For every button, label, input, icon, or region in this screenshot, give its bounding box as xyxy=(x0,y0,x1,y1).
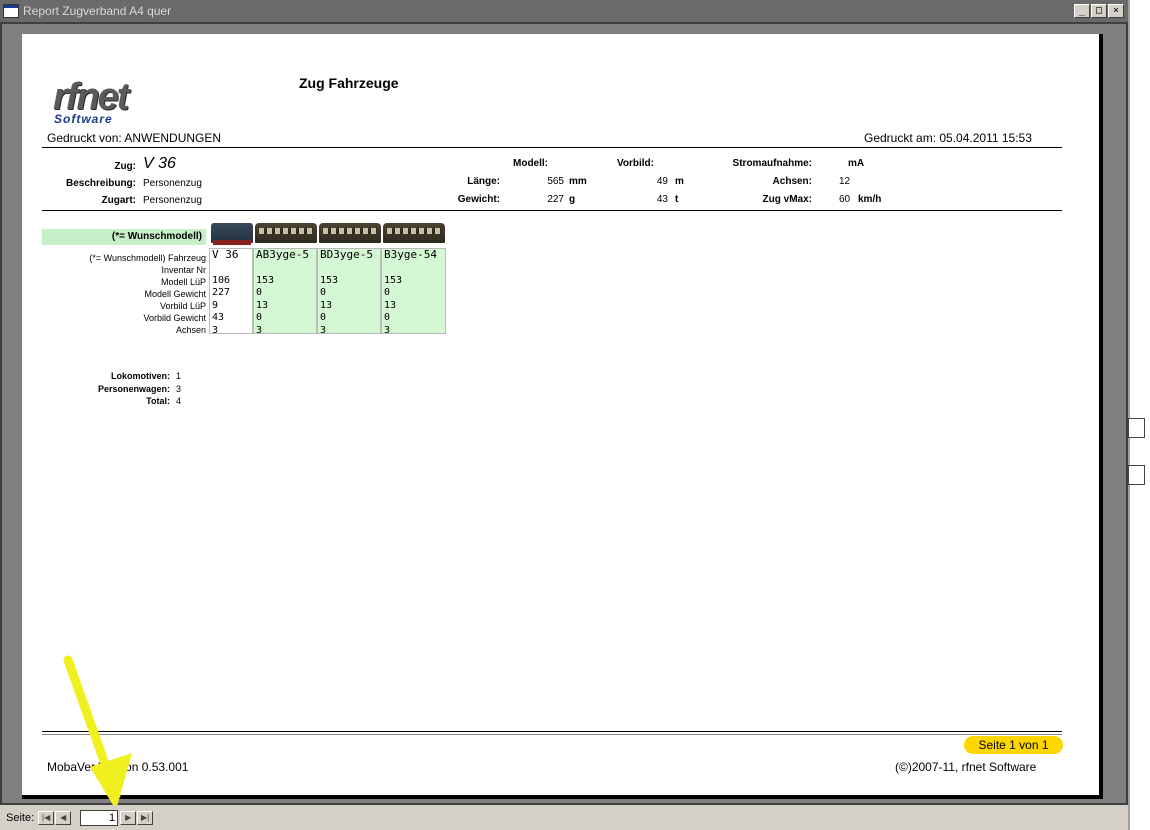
copyright-text: (©)2007-11, rfnet Software xyxy=(895,760,1037,774)
achsen-value: 12 xyxy=(839,176,851,187)
close-button[interactable]: × xyxy=(1108,4,1124,18)
software-logo: Software xyxy=(54,112,113,126)
laenge-modell-unit: mm xyxy=(569,176,587,187)
vmax-label: Zug vMax: xyxy=(762,194,812,205)
summary: Lokomotiven: Personenwagen: Total: 1 3 4 xyxy=(46,370,181,408)
vehicle-values: 153 0 13 0 3 xyxy=(384,274,403,336)
vehicle-values: 153 0 13 0 3 xyxy=(256,274,275,336)
vehicle-values: 106 227 9 43 3 xyxy=(212,274,231,336)
first-page-button[interactable]: |◀ xyxy=(38,810,55,825)
zug-value: V 36 xyxy=(143,155,176,172)
row-label: Vorbild Gewicht xyxy=(143,313,206,323)
laenge-vorbild-unit: m xyxy=(675,176,684,187)
stromaufnahme-unit: mA xyxy=(848,158,865,169)
beschreibung-label: Beschreibung: xyxy=(65,178,136,189)
window-title: Report Zugverband A4 quer xyxy=(23,4,172,18)
maximize-button[interactable]: □ xyxy=(1091,4,1107,18)
scroll-thumb-secondary[interactable] xyxy=(1128,465,1145,485)
prev-page-button[interactable]: ◀ xyxy=(55,810,72,825)
laenge-label: Länge: xyxy=(467,176,500,187)
status-bar: Seite: |◀ ◀ 1 ▶ ▶| xyxy=(0,805,1128,830)
gewicht-label: Gewicht: xyxy=(457,194,500,205)
row-label: (*= Wunschmodell) Fahrzeug xyxy=(89,253,206,263)
row-label: Modell LüP xyxy=(160,277,206,287)
summary-label: Personenwagen: xyxy=(97,383,170,394)
laenge-modell: 565 xyxy=(547,176,564,187)
vehicle-name: V 36 xyxy=(212,248,239,261)
coach-image xyxy=(319,223,381,243)
row-label: Achsen xyxy=(175,325,206,335)
laenge-vorbild: 49 xyxy=(656,176,668,187)
summary-value: 4 xyxy=(176,396,182,406)
vmax-value: 60 xyxy=(839,194,851,205)
summary-label: Total: xyxy=(146,396,170,406)
gewicht-modell: 227 xyxy=(547,194,564,205)
coach-image xyxy=(383,223,445,243)
app-icon xyxy=(3,4,19,18)
gewicht-modell-unit: g xyxy=(569,194,576,205)
zugart-label: Zugart: xyxy=(101,195,136,206)
vehicle-name: B3yge-54 xyxy=(384,248,437,261)
right-scroll-pane xyxy=(1128,0,1150,830)
vmax-unit: km/h xyxy=(858,194,882,205)
page-number-input[interactable]: 1 xyxy=(80,809,119,826)
report-viewer[interactable]: rfnet Software Zug Fahrzeuge Gedruckt vo… xyxy=(0,22,1128,805)
window-titlebar: Report Zugverband A4 quer _ □ × xyxy=(0,0,1128,22)
summary-value: 3 xyxy=(176,383,182,394)
vehicle-column: B3yge-54 153 0 13 0 3 xyxy=(381,248,446,336)
modell-label: Modell: xyxy=(513,158,548,169)
vehicle-column: V 36 106 227 9 43 3 xyxy=(209,248,253,336)
annotation-arrow-icon xyxy=(63,655,132,810)
footer-divider xyxy=(42,731,1062,732)
row-label: Vorbild LüP xyxy=(159,301,206,311)
gewicht-vorbild: 43 xyxy=(656,194,668,205)
vehicle-column: AB3yge-5 153 0 13 0 3 xyxy=(253,248,317,336)
locomotive-image xyxy=(211,223,253,245)
next-page-button[interactable]: ▶ xyxy=(120,810,137,825)
row-label: Inventar Nr xyxy=(161,265,206,275)
vehicle-values: 153 0 13 0 3 xyxy=(320,274,339,336)
gewicht-vorbild-unit: t xyxy=(675,194,679,205)
scroll-thumb[interactable] xyxy=(1128,418,1145,438)
report-page: rfnet Software Zug Fahrzeuge Gedruckt vo… xyxy=(22,34,1103,799)
minimize-button[interactable]: _ xyxy=(1074,4,1090,18)
zugart-value: Personenzug xyxy=(143,195,202,206)
beschreibung-value: Personenzug xyxy=(143,178,202,189)
printed-by: Gedruckt von: ANWENDUNGEN xyxy=(47,131,222,145)
report-title: Zug Fahrzeuge xyxy=(299,75,399,91)
vorbild-label: Vorbild: xyxy=(616,158,654,169)
stromaufnahme-label: Stromaufnahme: xyxy=(732,158,812,169)
seite-label: Seite: xyxy=(6,811,35,824)
footer-divider xyxy=(42,734,1062,735)
vehicle-name: BD3yge-5 xyxy=(320,248,373,261)
page-badge: Seite 1 von 1 xyxy=(964,736,1063,754)
achsen-label: Achsen: xyxy=(772,176,812,187)
vehicle-row-labels: (*= Wunschmodell) Fahrzeug Inventar Nr M… xyxy=(62,252,206,336)
vehicle-column: BD3yge-5 153 0 13 0 3 xyxy=(317,248,381,336)
vehicle-name: AB3yge-5 xyxy=(256,248,309,261)
summary-label: Lokomotiven: xyxy=(110,371,170,381)
divider xyxy=(42,210,1062,211)
last-page-button[interactable]: ▶| xyxy=(137,810,154,825)
summary-value: 1 xyxy=(176,371,182,381)
divider xyxy=(42,147,1062,148)
coach-image xyxy=(255,223,317,243)
zug-label: Zug: xyxy=(114,161,136,172)
printed-at: Gedruckt am: 05.04.2011 15:53 xyxy=(864,131,1032,145)
row-label: Modell Gewicht xyxy=(144,289,206,299)
wunschmodell-banner: (*= Wunschmodell) xyxy=(42,229,206,245)
